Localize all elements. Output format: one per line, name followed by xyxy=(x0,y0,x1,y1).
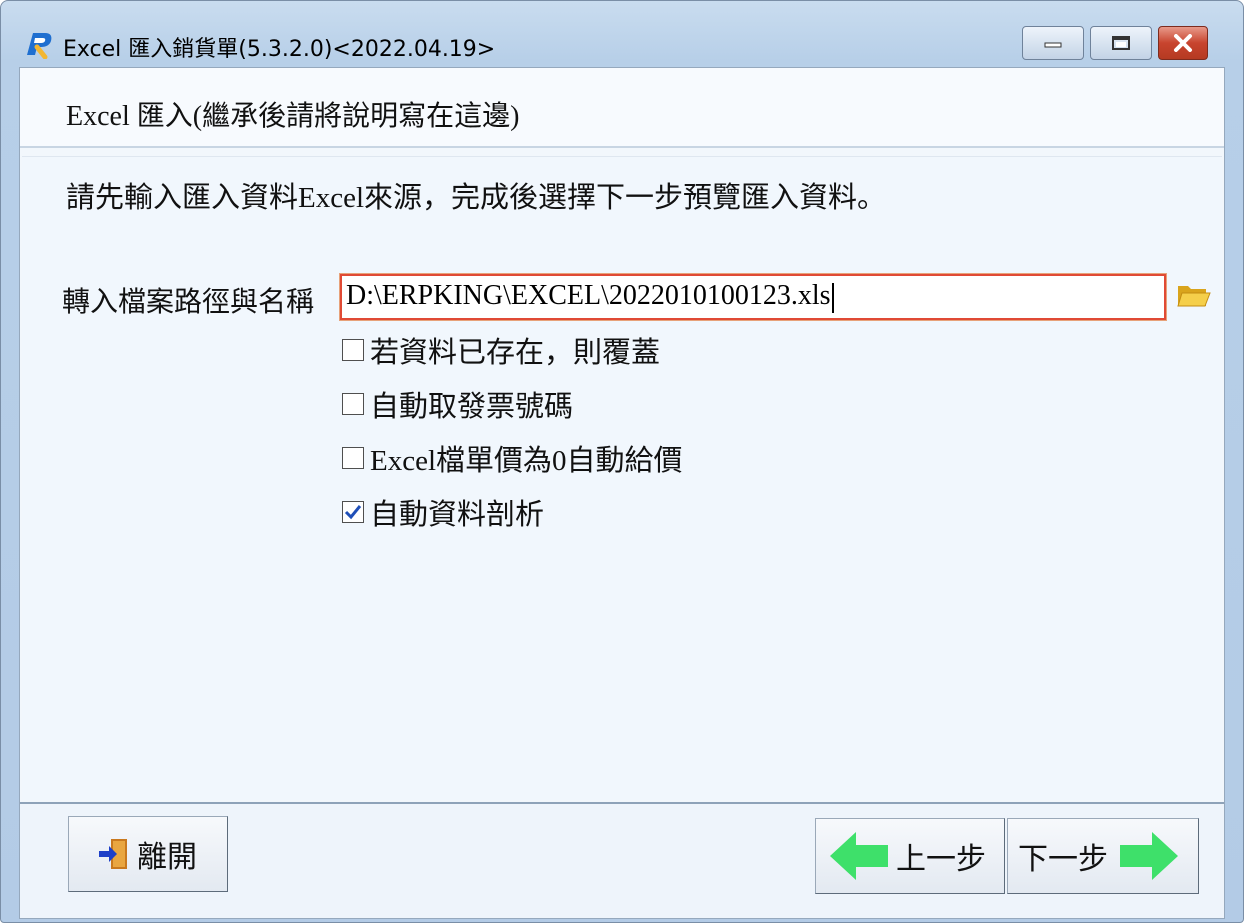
next-step-button[interactable]: 下一步 xyxy=(1007,818,1199,894)
next-step-label: 下一步 xyxy=(1018,842,1108,877)
close-icon xyxy=(1174,34,1192,52)
exit-button[interactable]: 離開 xyxy=(68,816,228,892)
checkbox-overwrite-existing[interactable]: 若資料已存在，則覆蓋 xyxy=(342,332,661,369)
minimize-icon xyxy=(1044,42,1062,48)
arrow-right-icon xyxy=(1120,832,1178,880)
title-bar[interactable]: Excel 匯入銷貨單(5.3.2.0)<2022.04.19> xyxy=(1,1,1243,65)
checkbox-auto-invoice-number-box[interactable] xyxy=(342,393,364,415)
exit-button-label: 離開 xyxy=(137,840,197,875)
checkbox-auto-price-zero-label: Excel檔單價為0自動給價 xyxy=(370,445,683,477)
previous-step-button[interactable]: 上一步 xyxy=(815,818,1005,894)
checkbox-overwrite-existing-box[interactable] xyxy=(342,339,364,361)
checkbox-overwrite-existing-label: 若資料已存在，則覆蓋 xyxy=(370,337,661,369)
window-title: Excel 匯入銷貨單(5.3.2.0)<2022.04.19> xyxy=(63,37,496,62)
path-input-value: D:\ERPKING\EXCEL\2022010100123.xls xyxy=(346,280,831,311)
path-input[interactable]: D:\ERPKING\EXCEL\2022010100123.xls xyxy=(339,273,1167,321)
close-button[interactable] xyxy=(1158,26,1208,60)
instruction-text: 請先輸入匯入資料Excel來源，完成後選擇下一步預覽匯入資料。 xyxy=(66,182,887,214)
dialog-client-area: Excel 匯入(繼承後請將說明寫在這邊) 請先輸入匯入資料Excel來源，完成… xyxy=(19,67,1225,919)
checkbox-auto-data-parse-box[interactable] xyxy=(342,501,364,523)
previous-step-label: 上一步 xyxy=(896,842,986,877)
maximize-icon xyxy=(1112,36,1130,50)
footer-bar: 離開 上一步 下一步 xyxy=(20,802,1224,918)
header-panel: Excel 匯入(繼承後請將說明寫在這邊) xyxy=(20,68,1224,148)
checkbox-auto-invoice-number[interactable]: 自動取發票號碼 xyxy=(342,386,574,423)
arrow-left-icon xyxy=(830,832,888,880)
checkmark-icon xyxy=(344,505,362,520)
checkbox-auto-price-zero-box[interactable] xyxy=(342,447,364,469)
maximize-button[interactable] xyxy=(1090,26,1152,60)
header-title: Excel 匯入(繼承後請將說明寫在這邊) xyxy=(66,101,520,132)
checkbox-auto-data-parse-label: 自動資料剖析 xyxy=(370,499,545,531)
exit-door-icon xyxy=(99,839,127,869)
checkbox-auto-invoice-number-label: 自動取發票號碼 xyxy=(370,391,574,423)
minimize-button[interactable] xyxy=(1022,26,1084,60)
checkbox-auto-price-zero[interactable]: Excel檔單價為0自動給價 xyxy=(342,440,683,477)
text-caret xyxy=(831,282,834,313)
app-window: Excel 匯入銷貨單(5.3.2.0)<2022.04.19> Excel 匯… xyxy=(0,0,1244,923)
app-logo-icon xyxy=(27,33,52,59)
folder-icon[interactable] xyxy=(1176,280,1212,310)
path-label: 轉入檔案路徑與名稱 xyxy=(62,287,315,318)
checkbox-auto-data-parse[interactable]: 自動資料剖析 xyxy=(342,494,545,531)
